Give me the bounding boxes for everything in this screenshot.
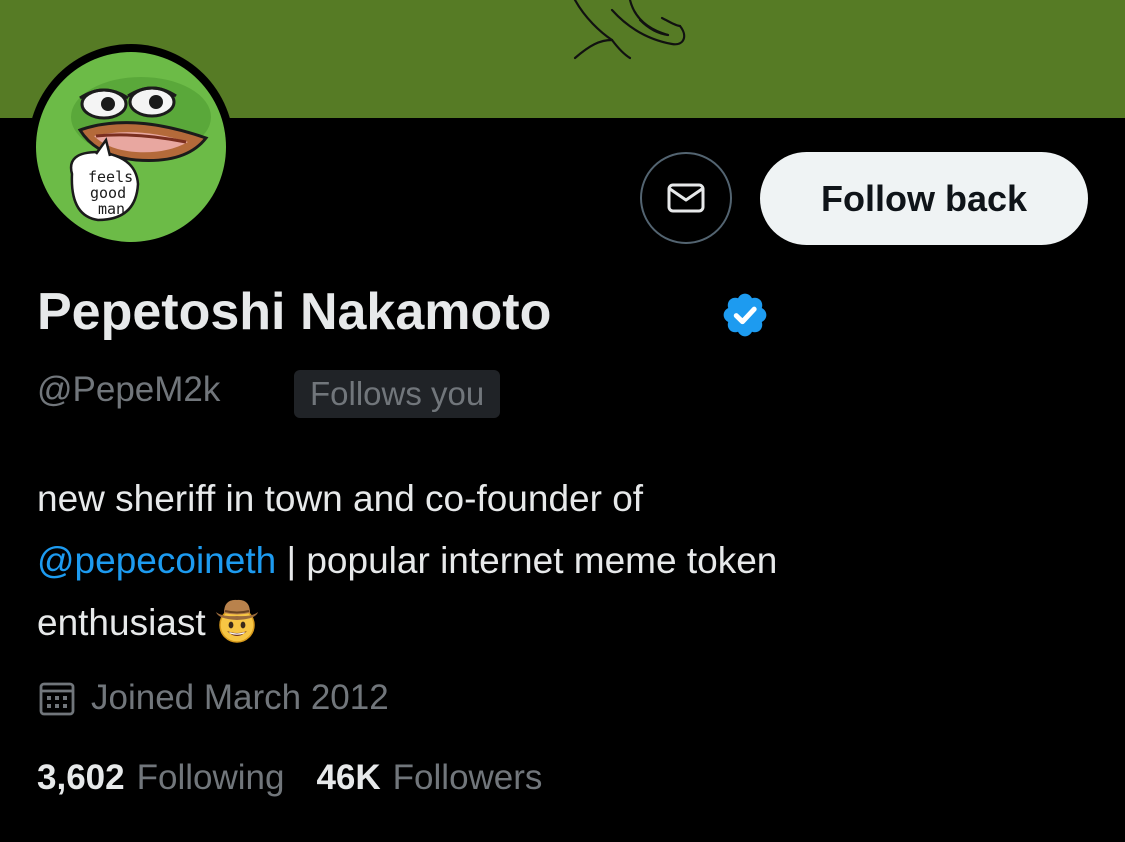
- profile-handle: @PepeM2k: [37, 370, 221, 409]
- svg-text:man: man: [98, 200, 125, 218]
- bio-line-3-text: enthusiast: [37, 602, 206, 643]
- avatar[interactable]: feels good man: [36, 52, 226, 242]
- verified-badge-icon[interactable]: [720, 290, 770, 340]
- profile-bio: new sheriff in town and co-founder of @p…: [37, 468, 1097, 654]
- pepe-frog-illustration: feels good man: [69, 77, 211, 222]
- bio-line-2-text: | popular internet meme token: [276, 540, 778, 581]
- bio-mention-link[interactable]: @pepecoineth: [37, 540, 276, 581]
- bio-line-2: @pepecoineth | popular internet meme tok…: [37, 530, 1097, 592]
- bio-line-1: new sheriff in town and co-founder of: [37, 478, 644, 519]
- bio-line-3: enthusiast: [37, 592, 1097, 654]
- followers-count: 46K: [316, 758, 381, 797]
- following-label: Following: [136, 758, 285, 797]
- followers-label: Followers: [392, 758, 543, 797]
- message-button[interactable]: [640, 152, 732, 244]
- follow-stats: 3,602 Following 46K Followers: [37, 758, 542, 798]
- following-link[interactable]: 3,602 Following: [37, 758, 284, 798]
- followers-link[interactable]: 46K Followers: [316, 758, 542, 798]
- follows-you-badge: Follows you: [294, 370, 501, 418]
- joined-date: Joined March 2012: [37, 674, 389, 722]
- follow-back-button[interactable]: Follow back: [760, 152, 1088, 245]
- cowboy-hat-face-emoji: [215, 599, 258, 643]
- joined-text: Joined March 2012: [91, 678, 389, 717]
- display-name: Pepetoshi Nakamoto: [37, 283, 552, 341]
- envelope-icon: [667, 183, 705, 213]
- following-count: 3,602: [37, 758, 125, 797]
- calendar-icon: [39, 682, 75, 716]
